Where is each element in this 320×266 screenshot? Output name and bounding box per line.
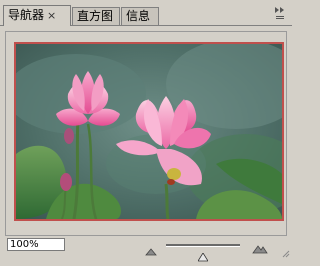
tab-close-icon[interactable]: × [47, 6, 56, 25]
resize-grip-icon[interactable] [282, 243, 290, 258]
image-preview[interactable] [14, 42, 284, 221]
navigator-view[interactable] [5, 31, 287, 236]
panel-tab-strip: 导航器 × 直方图 信息 [0, 0, 292, 26]
tab-histogram-label: 直方图 [77, 9, 114, 23]
navigator-panel: 导航器 × 直方图 信息 100% [0, 0, 292, 262]
zoom-bar: 100% [0, 236, 292, 262]
zoom-slider[interactable] [166, 244, 240, 262]
tab-histogram[interactable]: 直方图 [72, 7, 120, 25]
lotus-image [16, 44, 282, 219]
tab-navigator[interactable]: 导航器 × [3, 5, 71, 26]
tab-info[interactable]: 信息 [121, 7, 159, 25]
tab-navigator-label: 导航器 [8, 8, 45, 22]
small-mountain-icon[interactable] [145, 241, 157, 256]
zoom-value-input[interactable]: 100% [7, 238, 65, 251]
large-mountain-icon[interactable] [252, 239, 268, 254]
tab-info-label: 信息 [126, 9, 151, 23]
panel-menu-icon[interactable] [272, 5, 288, 21]
